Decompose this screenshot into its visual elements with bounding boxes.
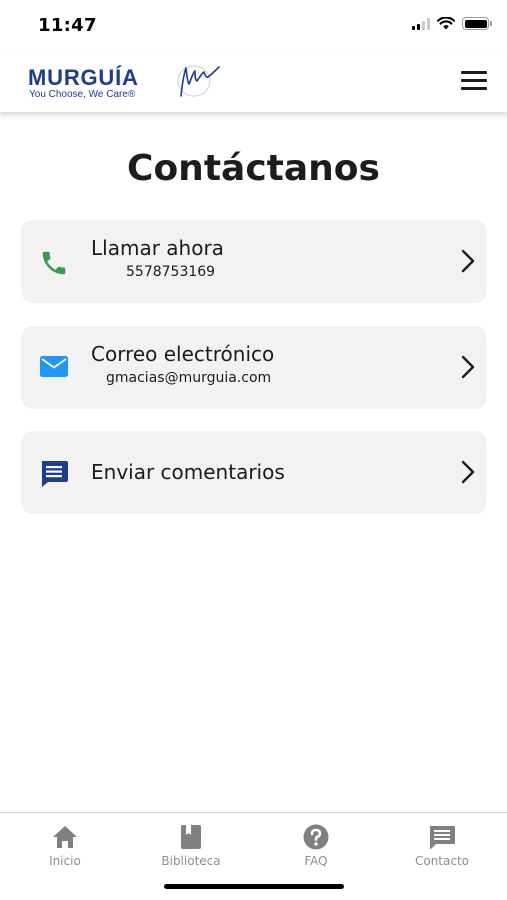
tab-label: Inicio <box>49 854 81 868</box>
tab-faq[interactable]: FAQ <box>266 823 366 868</box>
tab-label: Contacto <box>414 854 470 868</box>
email-card[interactable]: Correo electrónico gmacias@murguia.com <box>21 326 487 409</box>
chevron-right-icon <box>461 249 475 273</box>
wifi-icon <box>437 17 455 30</box>
murguia-logo[interactable]: MURGUÍA You Choose, We Care® <box>28 60 228 104</box>
app-header: MURGUÍA You Choose, We Care® <box>0 52 507 112</box>
call-now-title: Llamar ahora <box>91 236 224 260</box>
phone-icon <box>42 251 66 275</box>
tab-inicio[interactable]: Inicio <box>15 823 115 868</box>
status-bar: 11:47 <box>0 0 507 52</box>
home-icon <box>53 826 77 848</box>
phone-number[interactable]: 5578753169 <box>126 264 215 280</box>
call-now-card[interactable]: Llamar ahora 5578753169 <box>21 220 487 303</box>
hamburger-menu-icon[interactable] <box>461 71 487 91</box>
home-indicator[interactable] <box>164 884 344 889</box>
tab-contacto[interactable]: Contacto <box>392 823 492 868</box>
help-icon <box>303 824 329 850</box>
chat-icon <box>430 826 455 849</box>
send-feedback-title: Enviar comentarios <box>91 460 285 484</box>
logo-signature-mark <box>177 65 220 97</box>
status-icons <box>412 17 492 30</box>
chevron-right-icon <box>461 460 475 484</box>
cellular-signal-icon <box>412 17 430 30</box>
chevron-right-icon <box>461 355 475 379</box>
tab-biblioteca[interactable]: Biblioteca <box>141 823 241 868</box>
send-feedback-card[interactable]: Enviar comentarios <box>21 431 487 514</box>
status-time: 11:47 <box>38 15 97 36</box>
logo-tagline: You Choose, We Care® <box>29 89 136 100</box>
tab-label: FAQ <box>304 854 328 868</box>
feedback-icon <box>42 461 68 487</box>
page-title: Contáctanos <box>127 148 380 189</box>
logo-name: MURGUÍA <box>28 65 139 90</box>
email-icon <box>40 356 68 377</box>
email-address[interactable]: gmacias@murguia.com <box>106 370 271 386</box>
book-icon <box>181 825 201 849</box>
email-title: Correo electrónico <box>91 342 275 366</box>
tab-label: Biblioteca <box>161 854 221 868</box>
battery-icon <box>462 17 492 30</box>
